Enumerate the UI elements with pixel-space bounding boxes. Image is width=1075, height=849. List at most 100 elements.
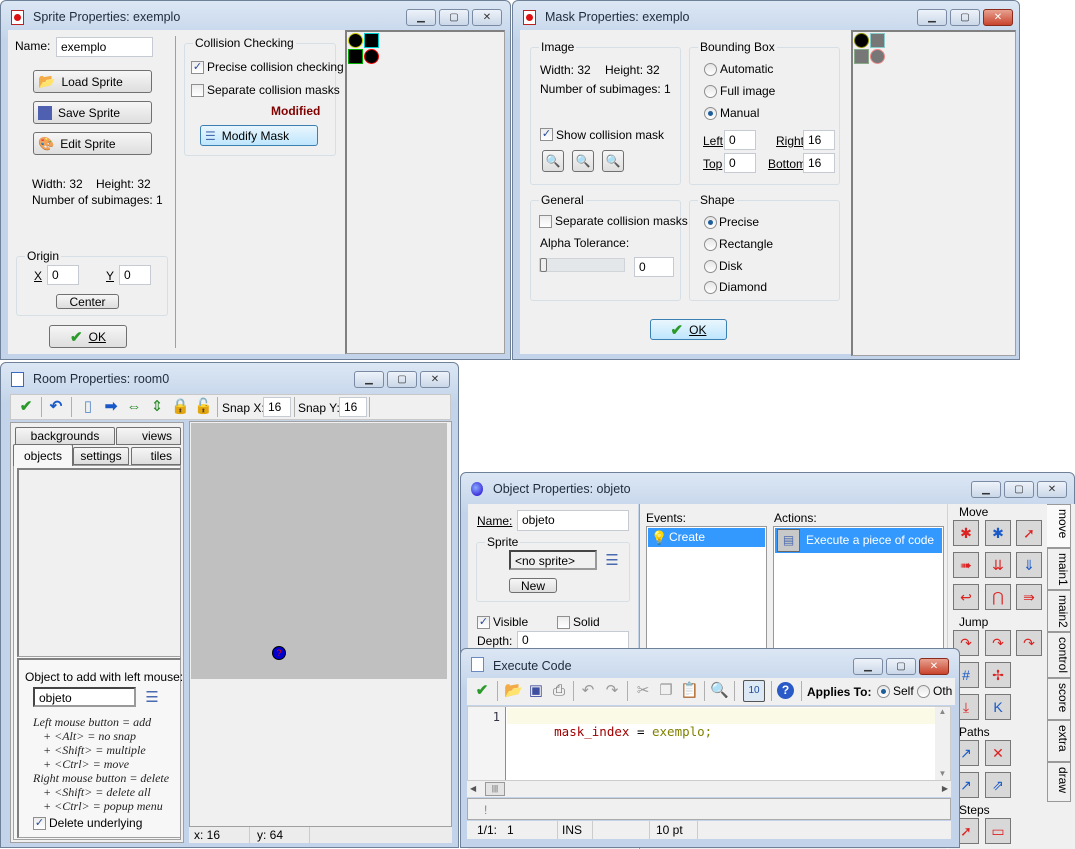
select-sprite-icon[interactable]: ☰: [603, 552, 621, 570]
slider-thumb[interactable]: [540, 258, 547, 272]
print-icon[interactable]: ⎙: [550, 682, 568, 700]
flip-vertical-icon[interactable]: ⇕: [148, 398, 166, 416]
modify-mask-button[interactable]: ☰ Modify Mask: [200, 125, 318, 146]
cut-icon[interactable]: ✂: [634, 682, 652, 700]
minimize-button[interactable]: ▁: [406, 9, 436, 26]
maximize-button[interactable]: ▢: [1004, 481, 1034, 498]
wrap-screen-icon[interactable]: ✢: [985, 662, 1011, 688]
left-input[interactable]: 0: [724, 130, 756, 150]
delete-underlying-checkbox[interactable]: ✓: [33, 817, 46, 830]
unlock-icon[interactable]: 🔓: [194, 398, 213, 416]
origin-y-input[interactable]: 0: [119, 265, 151, 285]
top-input[interactable]: 0: [724, 153, 756, 173]
right-input[interactable]: 16: [803, 130, 835, 150]
tab-views[interactable]: views: [116, 427, 181, 445]
maximize-button[interactable]: ▢: [886, 658, 916, 675]
minimize-button[interactable]: ▁: [971, 481, 1001, 498]
action-item-execute-code[interactable]: ▤ Execute a piece of code: [775, 528, 942, 553]
checkmark-icon[interactable]: ✔: [473, 682, 491, 700]
alpha-tolerance-slider[interactable]: [539, 258, 625, 272]
object-to-add-input[interactable]: objeto: [33, 687, 136, 707]
bbox-automatic-radio[interactable]: [704, 63, 717, 76]
move-towards-icon[interactable]: ➚: [1016, 520, 1042, 546]
code-editor[interactable]: 1 mask_index = exemplo; ▲ ▼: [467, 706, 951, 781]
undo-icon[interactable]: ↶: [47, 398, 65, 416]
snap-x-input[interactable]: 16: [263, 397, 291, 417]
center-button[interactable]: Center: [56, 294, 119, 309]
alpha-tolerance-input[interactable]: 0: [634, 257, 674, 277]
separate-masks-checkbox[interactable]: [539, 215, 552, 228]
move-fixed-icon[interactable]: ✱: [953, 520, 979, 546]
jump-random-icon[interactable]: ↷: [1016, 630, 1042, 656]
ok-button[interactable]: ✔ OK: [49, 325, 127, 348]
set-friction-icon[interactable]: ⇛: [1016, 584, 1042, 610]
help-icon[interactable]: ?: [777, 682, 794, 699]
edit-sprite-button[interactable]: 🎨 Edit Sprite: [33, 132, 152, 155]
maximize-button[interactable]: ▢: [439, 9, 469, 26]
zoom-in-button[interactable]: 🔍: [602, 150, 624, 172]
speed-horizontal-icon[interactable]: ➠: [953, 552, 979, 578]
horizontal-scrollbar[interactable]: ◀ ||| ▶: [467, 781, 951, 797]
minimize-button[interactable]: ▁: [853, 658, 883, 675]
tab-extra[interactable]: extra: [1047, 720, 1071, 762]
step-avoiding-icon[interactable]: ▭: [985, 818, 1011, 844]
separate-masks-checkbox[interactable]: [191, 84, 204, 97]
depth-input[interactable]: 0: [517, 631, 629, 649]
reverse-vertical-icon[interactable]: ⋂: [985, 584, 1011, 610]
tab-control[interactable]: control: [1047, 632, 1071, 678]
applies-other-radio[interactable]: [917, 685, 930, 698]
undo-icon[interactable]: ↶: [579, 682, 597, 700]
path-speed-icon[interactable]: ⇗: [985, 772, 1011, 798]
bottom-input[interactable]: 16: [803, 153, 835, 173]
new-sprite-button[interactable]: New: [509, 578, 557, 593]
jump-to-start-icon[interactable]: ↷: [985, 630, 1011, 656]
tab-draw[interactable]: draw: [1047, 762, 1071, 802]
code-line[interactable]: mask_index = exemplo;: [509, 709, 712, 754]
tab-settings[interactable]: settings: [73, 447, 129, 465]
visible-checkbox[interactable]: ✓: [477, 616, 490, 629]
show-collision-mask-checkbox[interactable]: ✓: [540, 128, 553, 141]
shape-precise-radio[interactable]: [704, 216, 717, 229]
solid-checkbox[interactable]: [557, 616, 570, 629]
close-button[interactable]: ✕: [472, 9, 502, 26]
tab-main2[interactable]: main2: [1047, 590, 1071, 632]
tab-score[interactable]: score: [1047, 678, 1071, 720]
set-gravity-icon[interactable]: ⇓: [1016, 552, 1042, 578]
reverse-horizontal-icon[interactable]: ↩: [953, 584, 979, 610]
paste-icon[interactable]: 📋: [680, 682, 699, 700]
origin-x-input[interactable]: 0: [47, 265, 79, 285]
sprite-select[interactable]: <no sprite>: [509, 550, 597, 570]
speed-vertical-icon[interactable]: ⇊: [985, 552, 1011, 578]
close-button[interactable]: ✕: [919, 658, 949, 675]
tab-move[interactable]: move: [1047, 504, 1071, 548]
close-button[interactable]: ✕: [1037, 481, 1067, 498]
minimize-button[interactable]: ▁: [354, 371, 384, 388]
close-button[interactable]: ✕: [420, 371, 450, 388]
bbox-manual-radio[interactable]: [704, 107, 717, 120]
object-instance[interactable]: ?: [272, 646, 286, 660]
zoom-reset-button[interactable]: 🔍: [572, 150, 594, 172]
shape-diamond-radio[interactable]: [704, 281, 717, 294]
tab-tiles[interactable]: tiles: [131, 447, 181, 465]
move-free-icon[interactable]: ✱: [985, 520, 1011, 546]
save-sprite-button[interactable]: Save Sprite: [33, 101, 152, 124]
precise-collision-checkbox[interactable]: ✓: [191, 61, 204, 74]
search-icon[interactable]: 🔍: [710, 682, 729, 700]
event-item-create[interactable]: 💡 Create: [648, 528, 765, 547]
vertical-scrollbar[interactable]: ▲ ▼: [935, 707, 950, 780]
mirror-horizontal-icon[interactable]: ⇔: [125, 398, 143, 416]
new-document-icon[interactable]: ▯: [79, 398, 97, 416]
tab-objects[interactable]: objects: [13, 444, 73, 466]
tab-main1[interactable]: main1: [1047, 548, 1071, 590]
room-editor-area[interactable]: ?: [189, 421, 452, 827]
code-settings-icon[interactable]: 10: [743, 680, 765, 702]
shape-disk-radio[interactable]: [704, 260, 717, 273]
applies-self-radio[interactable]: [877, 685, 890, 698]
maximize-button[interactable]: ▢: [387, 371, 417, 388]
redo-icon[interactable]: ↷: [603, 682, 621, 700]
checkmark-icon[interactable]: ✔: [17, 398, 35, 416]
shape-rectangle-radio[interactable]: [704, 238, 717, 251]
end-path-icon[interactable]: ✕: [985, 740, 1011, 766]
close-button[interactable]: ✕: [983, 9, 1013, 26]
open-folder-icon[interactable]: 📂: [504, 682, 523, 700]
